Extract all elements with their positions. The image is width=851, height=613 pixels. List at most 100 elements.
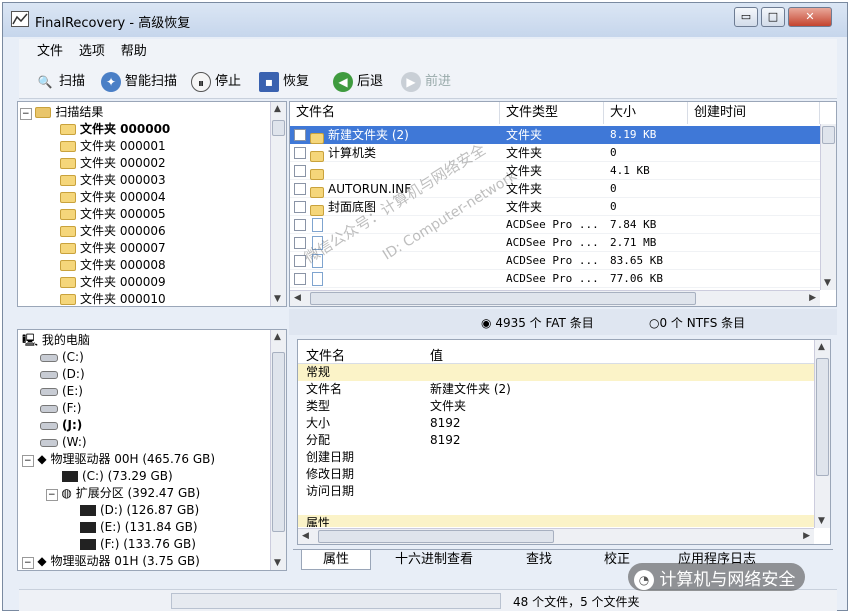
computer-tree-scrollbar[interactable]: ▲ ▼: [270, 330, 286, 570]
row-checkbox[interactable]: [294, 255, 306, 267]
minimize-button[interactable]: ▭: [734, 7, 758, 27]
fat-radio[interactable]: ◉ 4935 个 FAT 条目: [481, 314, 594, 331]
file-icon: [312, 272, 323, 286]
drive-node[interactable]: (E:): [40, 383, 83, 400]
col-type[interactable]: 文件类型: [500, 102, 604, 124]
tab-hex-view[interactable]: 十六进制查看: [379, 550, 489, 570]
scan-folder-item[interactable]: 文件夹 000004: [60, 189, 166, 206]
arrow-right-icon: ▶: [401, 72, 421, 92]
folder-icon: [310, 200, 324, 216]
tree-root[interactable]: − 扫描结果: [20, 104, 103, 121]
radio-empty-icon: ○: [649, 316, 660, 330]
scroll-thumb[interactable]: [822, 126, 835, 144]
col-size[interactable]: 大小: [604, 102, 688, 124]
scan-folder-item[interactable]: 文件夹 000003: [60, 172, 166, 189]
file-list-hscroll[interactable]: ◀ ▶: [290, 290, 820, 306]
row-checkbox[interactable]: [294, 219, 306, 231]
scan-folder-item[interactable]: 文件夹 000002: [60, 155, 166, 172]
file-list-vscroll[interactable]: ▼: [820, 124, 836, 290]
drive-node[interactable]: (J:): [40, 417, 82, 434]
menu-file[interactable]: 文件: [37, 39, 63, 65]
disk0-c-node[interactable]: (C:) (73.29 GB): [62, 468, 173, 485]
scroll-thumb[interactable]: [816, 358, 829, 476]
drive-node[interactable]: (F:): [40, 400, 81, 417]
file-row[interactable]: ACDSee Pro ... 83.65 KB: [290, 252, 820, 270]
smart-scan-button[interactable]: ✦ 智能扫描: [101, 71, 177, 93]
close-button[interactable]: ✕: [788, 7, 832, 27]
file-size: 0: [610, 182, 617, 195]
scan-folder-item[interactable]: 文件夹 000010: [60, 291, 166, 306]
menu-options[interactable]: 选项: [79, 39, 105, 65]
file-row[interactable]: 新建文件夹 (2) 文件夹 8.19 KB: [290, 126, 820, 144]
partition-icon: [80, 539, 96, 550]
disk0-node[interactable]: − ◆ 物理驱动器 00H (465.76 GB): [22, 451, 215, 468]
partition-node[interactable]: (F:) (133.76 GB): [80, 536, 196, 553]
file-row[interactable]: ACDSee Pro ... 2.71 MB: [290, 234, 820, 252]
tab-attributes[interactable]: 属性: [301, 550, 371, 570]
maximize-button[interactable]: □: [761, 7, 785, 27]
file-size: 2.71 MB: [610, 236, 657, 249]
drive-node[interactable]: (C:): [40, 349, 84, 366]
scan-button[interactable]: 🔍 扫描: [35, 71, 86, 93]
scan-folder-item[interactable]: 文件夹 000006: [60, 223, 166, 240]
folder-icon: [60, 124, 76, 135]
scroll-thumb[interactable]: [272, 352, 285, 532]
file-type: 文件夹: [506, 128, 543, 142]
file-row[interactable]: ACDSee Pro ... 7.84 KB: [290, 216, 820, 234]
wechat-icon: ◔: [634, 570, 654, 590]
row-checkbox[interactable]: [294, 201, 306, 213]
file-row[interactable]: 计算机类 文件夹 0: [290, 144, 820, 162]
property-key: 访问日期: [306, 484, 355, 498]
property-row: 修改日期: [298, 466, 818, 483]
properties-hscroll[interactable]: ◀ ▶: [298, 528, 814, 544]
row-checkbox[interactable]: [294, 147, 306, 159]
tree-scrollbar[interactable]: ▲ ▼: [270, 102, 286, 306]
forward-button[interactable]: ▶ 前进: [401, 71, 451, 93]
file-row[interactable]: ACDSee Pro ... 77.06 KB: [290, 270, 820, 288]
scan-folder-item[interactable]: 文件夹 000008: [60, 257, 166, 274]
partition-node[interactable]: (E:) (131.84 GB): [80, 519, 198, 536]
row-checkbox[interactable]: [294, 237, 306, 249]
drive-node[interactable]: (W:): [40, 434, 87, 451]
stop-button[interactable]: ⏸ 停止: [191, 71, 241, 93]
scan-folder-item[interactable]: 文件夹 000000: [60, 121, 170, 138]
scan-folder-item[interactable]: 文件夹 000007: [60, 240, 166, 257]
my-computer-node[interactable]: 🖳 我的电脑: [22, 332, 90, 349]
property-key: 修改日期: [306, 467, 355, 481]
row-checkbox[interactable]: [294, 183, 306, 195]
row-checkbox[interactable]: [294, 165, 306, 177]
fs-radio-bar: ◉ 4935 个 FAT 条目 ○0 个 NTFS 条目: [289, 309, 837, 335]
property-value: 8192: [430, 433, 461, 447]
back-button[interactable]: ◀ 后退: [333, 71, 383, 93]
file-name: 计算机类: [328, 146, 377, 160]
tab-find[interactable]: 查找: [499, 550, 579, 570]
file-row[interactable]: 封面底图 文件夹 0: [290, 198, 820, 216]
file-type: ACDSee Pro ...: [506, 236, 599, 249]
restore-button[interactable]: ▪ 恢复: [259, 71, 309, 93]
menu-help[interactable]: 帮助: [121, 39, 147, 65]
scan-folder-item[interactable]: 文件夹 000005: [60, 206, 166, 223]
col-created[interactable]: 创建时间: [688, 102, 820, 124]
ext-partition-node[interactable]: − ◍ 扩展分区 (392.47 GB): [46, 485, 200, 502]
folder-icon: [60, 226, 76, 237]
partition-node[interactable]: (D:) (126.87 GB): [80, 502, 199, 519]
property-key: 创建日期: [306, 450, 355, 464]
scroll-thumb[interactable]: [272, 120, 285, 136]
file-name: 新建文件夹 (2): [328, 128, 409, 142]
file-row[interactable]: 文件夹 4.1 KB: [290, 162, 820, 180]
progress-bar: [171, 593, 501, 609]
col-name[interactable]: 文件名: [290, 102, 500, 124]
scroll-thumb[interactable]: [318, 530, 554, 543]
ntfs-radio[interactable]: ○0 个 NTFS 条目: [649, 314, 745, 331]
scroll-thumb[interactable]: [310, 292, 696, 305]
collapse-icon: −: [46, 489, 58, 501]
properties-vscroll[interactable]: ▲ ▼: [814, 340, 830, 528]
scan-folder-item[interactable]: 文件夹 000009: [60, 274, 166, 291]
drive-node[interactable]: (D:): [40, 366, 85, 383]
row-checkbox[interactable]: [294, 129, 306, 141]
row-checkbox[interactable]: [294, 273, 306, 285]
scan-folder-item[interactable]: 文件夹 000001: [60, 138, 166, 155]
file-row[interactable]: AUTORUN.INF 文件夹 0: [290, 180, 820, 198]
collapse-icon: −: [22, 455, 34, 467]
disk1-node[interactable]: − ◆ 物理驱动器 01H (3.75 GB): [22, 553, 200, 570]
